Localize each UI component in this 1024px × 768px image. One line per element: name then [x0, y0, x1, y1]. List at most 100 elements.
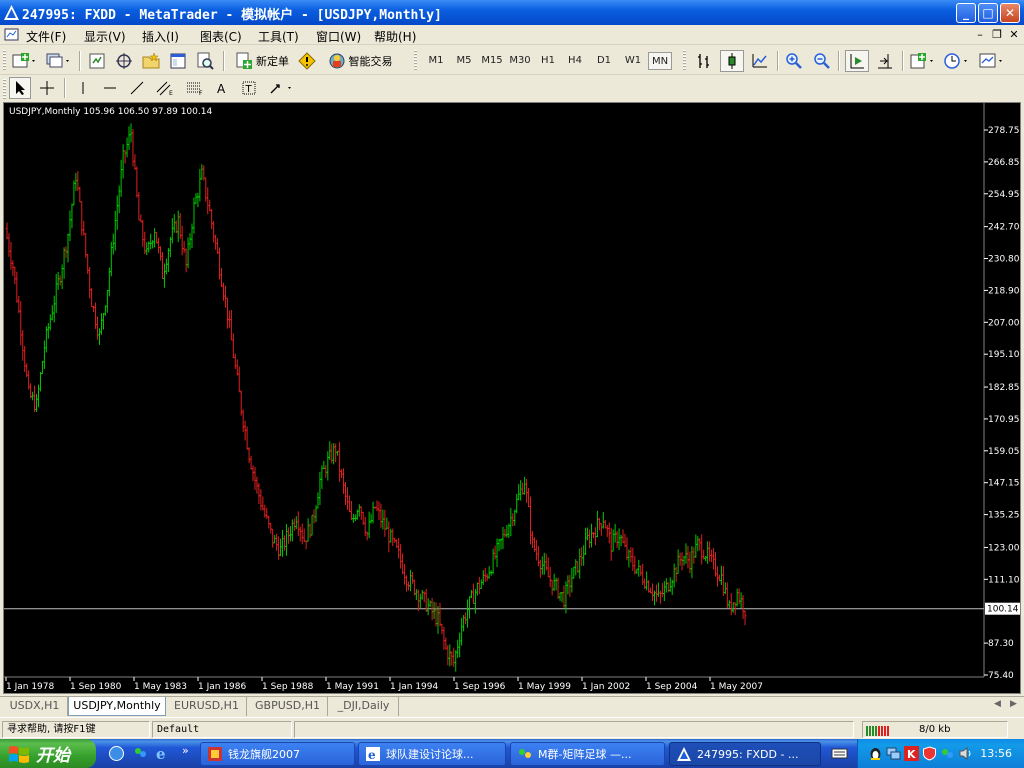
timeframe-w1[interactable]: W1 [621, 52, 645, 70]
mdi-minimize-button[interactable]: – [973, 28, 987, 42]
strategy-tester-button[interactable] [194, 50, 216, 72]
toolbar-separator [777, 51, 779, 71]
new-chart-button[interactable] [10, 50, 40, 72]
chart-shift-button[interactable] [873, 50, 897, 72]
keyboard-language-icon[interactable] [831, 745, 848, 762]
maximize-button[interactable]: □ [978, 3, 998, 23]
toolbar-grip[interactable] [683, 50, 686, 70]
quicklaunch-messenger-icon[interactable] [132, 745, 149, 762]
auto-scroll-button[interactable] [845, 50, 869, 72]
chart-window[interactable]: 278.75 266.85 254.95 242.70 230.80 218.90 207.… [3, 102, 1021, 694]
templates-button[interactable] [976, 50, 1008, 72]
price-tick-label: 218.90 [988, 286, 1020, 296]
text-tool-button[interactable]: A [211, 77, 233, 99]
timeframe-m5[interactable]: M5 [452, 52, 476, 70]
crosshair-tool-button[interactable] [36, 77, 58, 99]
market-watch-button[interactable] [86, 50, 108, 72]
profiles-button[interactable] [44, 50, 74, 72]
start-button[interactable]: 开始 [0, 739, 96, 768]
timeframe-m30[interactable]: M30 [507, 52, 533, 70]
candlestick-icon [728, 53, 736, 69]
timeframe-m15[interactable]: M15 [479, 52, 505, 70]
navigator-button[interactable] [140, 50, 162, 72]
menu-file[interactable]: 文件(F) [26, 28, 66, 45]
price-tick-label: 254.95 [988, 190, 1020, 200]
tab-gbpusd-h1[interactable]: GBPUSD,H1 [248, 697, 328, 716]
time-tick-label: 1 Sep 2004 [646, 682, 698, 692]
mdi-close-button[interactable]: ✕ [1007, 28, 1021, 42]
price-chart[interactable]: 278.75 266.85 254.95 242.70 230.80 218.90 207.… [4, 103, 1020, 693]
toolbar-separator [64, 78, 66, 98]
quicklaunch-ie-icon[interactable]: e [154, 745, 171, 762]
toolbar-grip[interactable] [414, 50, 417, 70]
bar-chart-button[interactable] [692, 50, 716, 72]
line-chart-button[interactable] [748, 50, 772, 72]
menu-help[interactable]: 帮助(H) [374, 28, 416, 45]
minimize-button[interactable]: _ [956, 3, 976, 23]
auto-trading-button[interactable]: 智能交易 [324, 50, 396, 72]
profiles-icon [46, 53, 69, 68]
horizontal-line-button[interactable] [99, 77, 121, 99]
menu-insert[interactable]: 插入(I) [142, 28, 179, 45]
timeframe-d1[interactable]: D1 [593, 52, 615, 70]
zoom-out-button[interactable] [810, 50, 834, 72]
taskbar-task-chat[interactable]: M群-矩阵足球 —... [510, 742, 665, 766]
menu-view[interactable]: 显示(V) [84, 28, 126, 45]
chat-group-icon [519, 749, 531, 758]
menu-window[interactable]: 窗口(W) [316, 28, 361, 45]
chart-document-icon[interactable] [4, 27, 19, 42]
menu-charts[interactable]: 图表(C) [200, 28, 242, 45]
qq-penguin-icon[interactable] [868, 746, 883, 761]
toolbar-separator [223, 51, 225, 71]
title-bar: 247995: FXDD - MetaTrader - 模拟帐户 - [USDJ… [0, 0, 1024, 25]
data-window-button[interactable] [113, 50, 135, 72]
auto-scroll-icon [850, 54, 864, 69]
quicklaunch-more-icon[interactable]: » [182, 744, 189, 757]
task-label: 钱龙旗舰2007 [228, 748, 300, 761]
arrows-button[interactable] [266, 77, 296, 99]
vertical-line-button[interactable] [72, 77, 94, 99]
antivirus-k-icon[interactable]: K [904, 746, 919, 761]
messenger-tray-icon[interactable] [940, 746, 955, 761]
taskbar-task-forum[interactable]: e 球队建设讨论球... [358, 742, 506, 766]
menu-tools[interactable]: 工具(T) [258, 28, 299, 45]
network-icon[interactable] [886, 746, 901, 761]
shield-icon[interactable] [922, 746, 937, 761]
fibonacci-button[interactable]: F [183, 77, 207, 99]
close-button[interactable]: ✕ [1000, 3, 1020, 23]
new-chart-icon [12, 53, 35, 68]
text-label-button[interactable]: T [238, 77, 260, 99]
taskbar-task-qianlong[interactable]: 钱龙旗舰2007 [200, 742, 355, 766]
time-tick-label: 1 Jan 1994 [390, 682, 438, 692]
volume-icon[interactable] [958, 746, 973, 761]
equidistant-channel-button[interactable]: E [153, 77, 177, 99]
trendline-button[interactable] [126, 77, 148, 99]
zoom-in-button[interactable] [782, 50, 806, 72]
tab-dji-daily[interactable]: _DJI,Daily [329, 697, 399, 716]
price-tick-label: 266.85 [988, 158, 1020, 168]
time-tick-label: 1 May 1983 [134, 682, 187, 692]
timeframe-m1[interactable]: M1 [424, 52, 448, 70]
cursor-tool-button[interactable] [9, 77, 31, 99]
terminal-button[interactable] [167, 50, 189, 72]
mdi-restore-button[interactable]: ❐ [990, 28, 1004, 42]
indicators-button[interactable] [908, 50, 938, 72]
taskbar-task-metatrader[interactable]: 247995: FXDD - ... [669, 742, 821, 766]
quicklaunch-browser-icon[interactable] [108, 745, 125, 762]
status-connection[interactable]: 8/0 kb [862, 721, 1008, 738]
new-order-button[interactable]: 新定单 [232, 50, 292, 72]
tab-eurusd-h1[interactable]: EURUSD,H1 [167, 697, 247, 716]
tab-usdjpy-monthly[interactable]: USDJPY,Monthly [68, 697, 166, 716]
timeframe-mn[interactable]: MN [648, 52, 672, 70]
timeframe-h1[interactable]: H1 [537, 52, 559, 70]
expert-advisors-toggle[interactable] [296, 50, 318, 72]
periods-button[interactable] [942, 50, 972, 72]
tabs-scroll-right-icon[interactable]: ▶ [1010, 699, 1017, 709]
tabs-scroll-left-icon[interactable]: ◀ [994, 699, 1001, 709]
tab-usdx-h1[interactable]: USDX,H1 [2, 697, 68, 716]
toolbar-grip[interactable] [3, 50, 6, 70]
status-bar: 寻求帮助, 请按F1键 Default 8/0 kb [0, 717, 1024, 739]
toolbar-grip[interactable] [3, 79, 6, 99]
timeframe-h4[interactable]: H4 [564, 52, 586, 70]
candlestick-button[interactable] [720, 50, 744, 72]
